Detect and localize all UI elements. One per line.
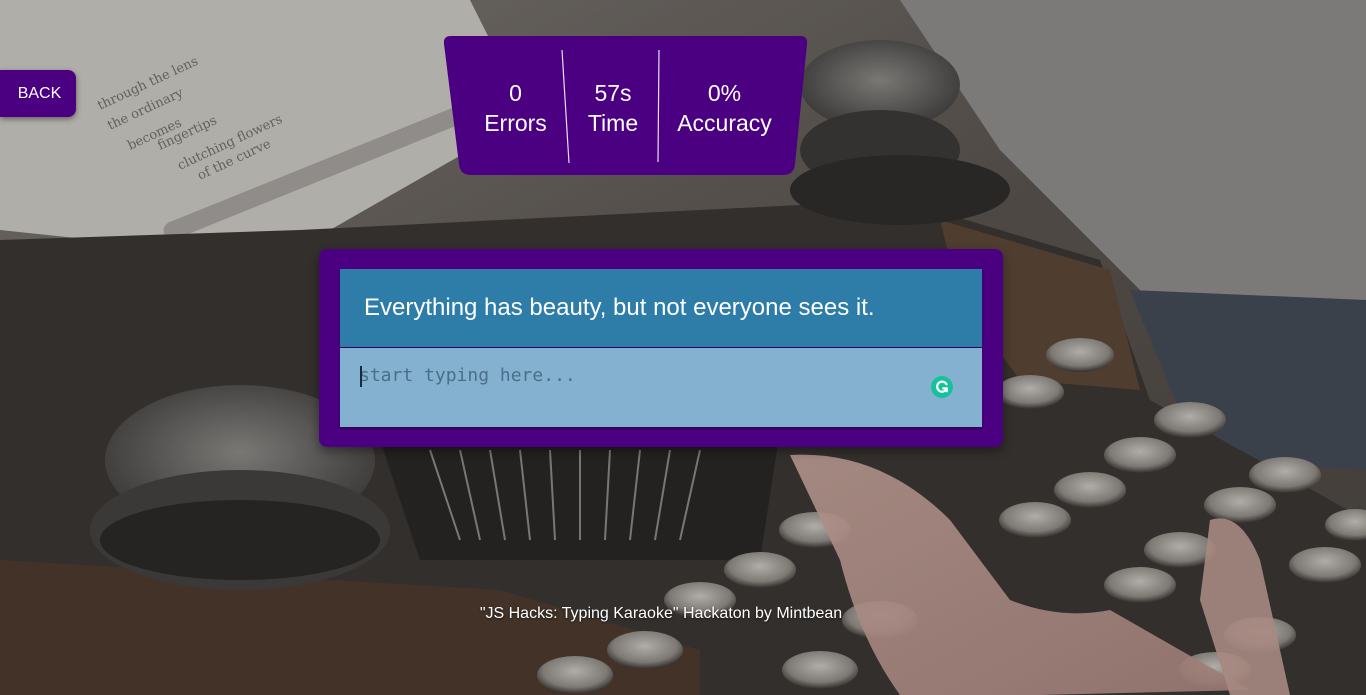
errors-label: Errors <box>484 110 547 136</box>
typing-karaoke-page: through the lens the ordinary becomes fi… <box>0 0 1366 695</box>
accuracy-stat: 0% Accuracy <box>668 78 781 138</box>
typing-input-container <box>340 348 982 427</box>
stats-panel: 0 Errors 57s Time 0% Accuracy <box>443 36 808 175</box>
time-label: Time <box>587 110 639 136</box>
typing-input[interactable] <box>340 348 982 427</box>
errors-stat: 0 Errors <box>473 78 558 138</box>
footer-credit: "JS Hacks: Typing Karaoke" Hackaton by M… <box>479 605 843 622</box>
accuracy-label: Accuracy <box>677 110 772 136</box>
grammarly-icon[interactable] <box>931 376 953 398</box>
grammarly-g-icon <box>936 380 948 393</box>
time-stat: 57s Time <box>571 78 655 138</box>
text-caret <box>360 366 362 387</box>
errors-value: 0 <box>509 80 522 106</box>
back-button[interactable]: BACK <box>0 70 76 117</box>
time-value: 57s <box>594 80 632 106</box>
quote-text: Everything has beauty, but not everyone … <box>364 294 875 321</box>
quote-box: Everything has beauty, but not everyone … <box>340 269 982 347</box>
accuracy-value: 0% <box>707 80 742 106</box>
typing-card: Everything has beauty, but not everyone … <box>319 249 1003 447</box>
